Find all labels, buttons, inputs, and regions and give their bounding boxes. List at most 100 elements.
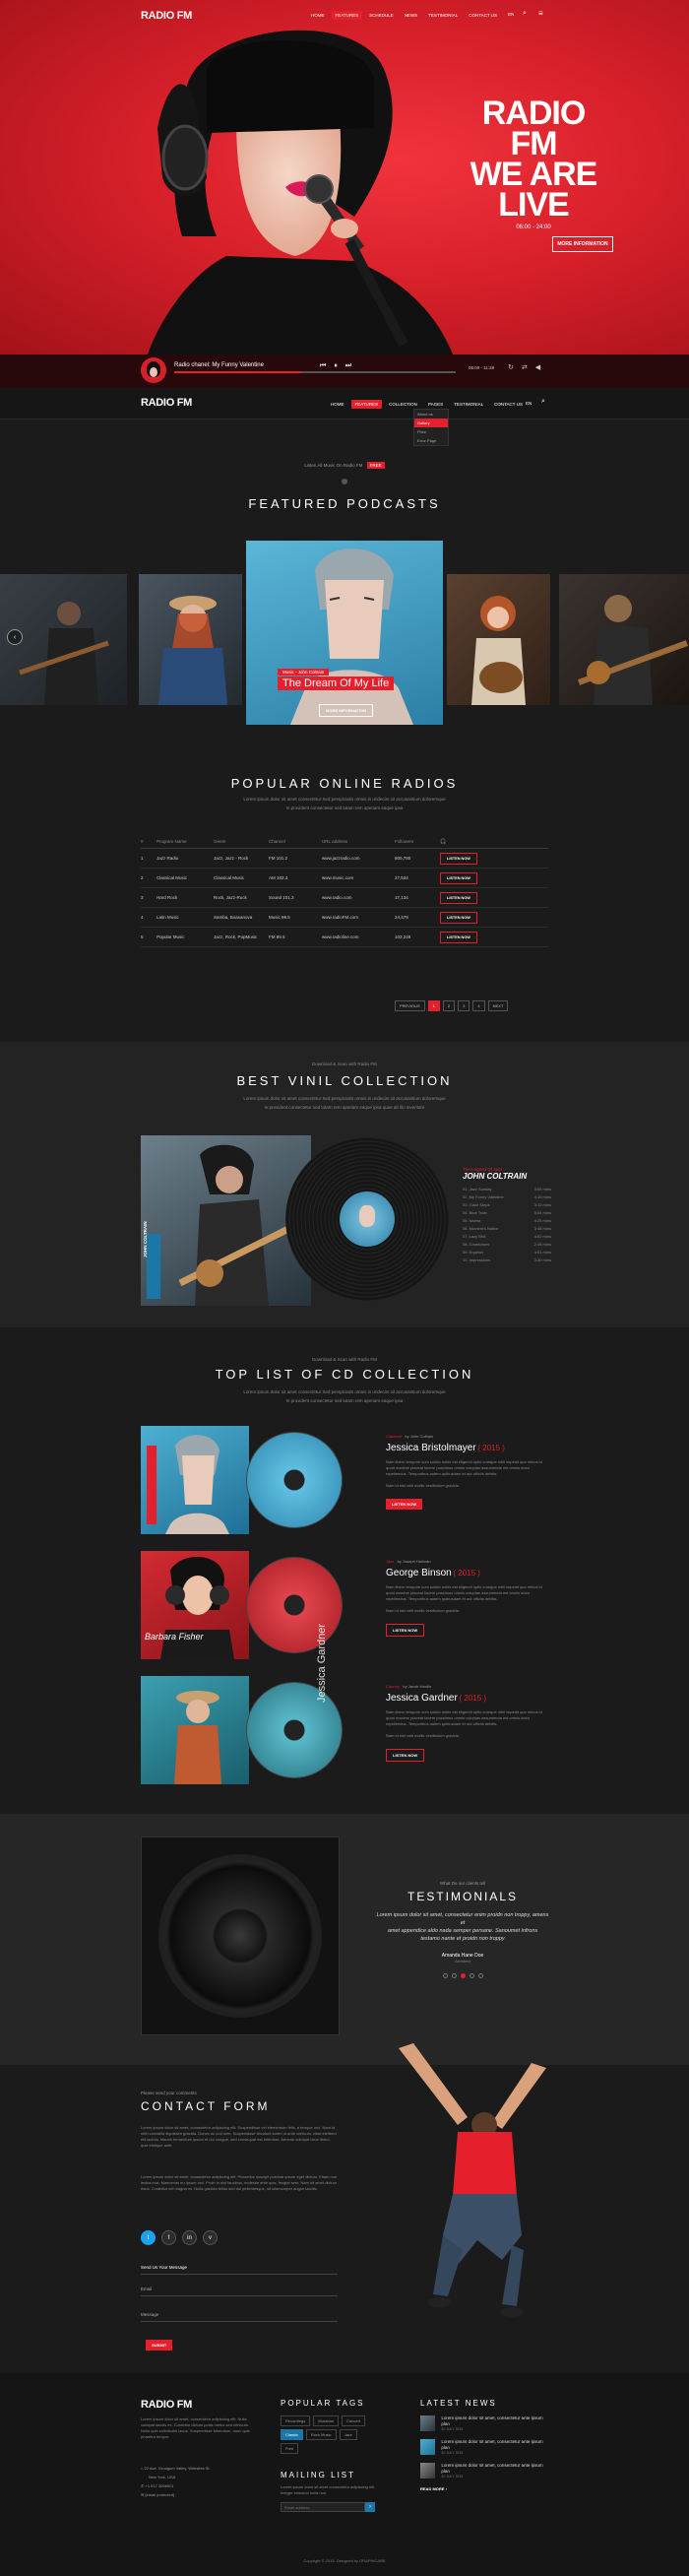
- news-item[interactable]: Lorem ipsum dolor sit amet, consectetur …: [420, 2439, 548, 2455]
- track-item[interactable]: 04. Blue Train 5:04 mins: [463, 1210, 551, 1218]
- player-progress-track[interactable]: [174, 371, 456, 373]
- tag-item[interactable]: Musician: [313, 2415, 340, 2426]
- listen-now-button[interactable]: LISTEN NOW: [440, 853, 477, 865]
- submit-button[interactable]: SUBMIT: [146, 2340, 173, 2351]
- tag-item[interactable]: Concert: [342, 2415, 366, 2426]
- tag-item[interactable]: Free: [281, 2443, 299, 2454]
- pager-page-2[interactable]: 2: [442, 1000, 456, 1011]
- pager-page-4[interactable]: 4: [472, 1000, 485, 1011]
- dropdown-item-gallery[interactable]: Gallery: [414, 419, 448, 427]
- nav-schedule[interactable]: SCHEDULE: [365, 11, 398, 20]
- search-icon[interactable]: ⌕: [523, 10, 527, 18]
- cd-tag-1[interactable]: Classical: [386, 1434, 402, 1439]
- track-item[interactable]: 09. Equinox 4:51 mins: [463, 1250, 551, 1257]
- message-field[interactable]: Message: [141, 2312, 338, 2322]
- tag-item[interactable]: Jazz: [339, 2429, 357, 2440]
- news-item[interactable]: Lorem ipsum dolor sit amet, consectetur …: [420, 2463, 548, 2479]
- listen-now-button[interactable]: LISTEN NOW: [440, 932, 477, 943]
- top-logo[interactable]: RADIO FM: [141, 10, 192, 22]
- tag-item-active[interactable]: Classic: [281, 2429, 303, 2440]
- sticky-nav-collection[interactable]: COLLECTION: [385, 400, 421, 409]
- dot-active[interactable]: [460, 1973, 466, 1978]
- dropdown-item-about[interactable]: About us: [414, 410, 448, 419]
- listen-now-button[interactable]: LISTEN NOW: [440, 892, 477, 904]
- cd-listen-button-1[interactable]: LISTEN NOW: [386, 1499, 423, 1510]
- hero-more-button[interactable]: MORE INFORMATION: [552, 236, 613, 252]
- track-item[interactable]: 08. Countdown 2:45 mins: [463, 1242, 551, 1250]
- dot[interactable]: [442, 1973, 448, 1978]
- cd-tag-2[interactable]: Jazz: [386, 1559, 394, 1564]
- vimeo-icon[interactable]: v: [203, 2230, 218, 2245]
- news-item[interactable]: Lorem ipsum dolor sit amet, consectetur …: [420, 2415, 548, 2431]
- sticky-nav-features[interactable]: FEATURES: [350, 400, 383, 409]
- nav-features[interactable]: FEATURES: [331, 11, 363, 20]
- next-icon[interactable]: ⏭: [345, 362, 359, 369]
- podcast-photo-4[interactable]: [559, 574, 689, 705]
- tag-item[interactable]: Rock Music: [305, 2429, 337, 2440]
- cd-cover-1[interactable]: [141, 1426, 249, 1534]
- pager-page-3[interactable]: 3: [458, 1000, 470, 1011]
- pause-icon[interactable]: ⏸: [334, 362, 345, 369]
- sticky-logo[interactable]: RADIO FM: [141, 397, 192, 409]
- repeat-icon[interactable]: ↻: [508, 364, 522, 371]
- menu-icon[interactable]: ≡: [538, 9, 543, 18]
- cd-cover-3[interactable]: [141, 1676, 249, 1784]
- nav-news[interactable]: NEWS: [401, 11, 422, 20]
- sticky-nav-pages[interactable]: PAGES: [424, 400, 447, 409]
- cd-listen-button-2[interactable]: LISTEN NOW: [386, 1624, 425, 1637]
- track-item[interactable]: 02. My Funny Valentine 4:10 mins: [463, 1194, 551, 1202]
- featured-more-button[interactable]: MORE INFORMATION: [319, 704, 374, 717]
- track-item[interactable]: 03. Giant Steps 3:12 mins: [463, 1202, 551, 1210]
- email-field[interactable]: Email: [141, 2286, 338, 2296]
- shuffle-icon[interactable]: ⇄: [522, 364, 535, 371]
- listen-now-button[interactable]: LISTEN NOW: [440, 912, 477, 924]
- cell-url[interactable]: www.radioline.com: [322, 934, 395, 939]
- nav-testimonial[interactable]: TESTIMONIAL: [424, 11, 462, 20]
- footer-logo[interactable]: RADIO FM: [141, 2399, 192, 2411]
- dropdown-item-error[interactable]: Error Page: [414, 436, 448, 445]
- pager-previous[interactable]: PREVIOUS: [395, 1000, 425, 1011]
- track-item[interactable]: 01. Jazz Sunday 3:55 mins: [463, 1187, 551, 1194]
- dot[interactable]: [469, 1973, 474, 1978]
- lang-switch[interactable]: EN: [508, 12, 514, 17]
- track-item[interactable]: 10. Impressions 3:30 mins: [463, 1257, 551, 1265]
- track-item[interactable]: 05. Naima 4:25 mins: [463, 1218, 551, 1226]
- dot[interactable]: [477, 1973, 483, 1978]
- dot[interactable]: [451, 1973, 457, 1978]
- cell-url[interactable]: www.radioFM.com: [322, 915, 395, 920]
- cell-url[interactable]: www.music.com: [322, 875, 395, 880]
- vinyl-record[interactable]: [285, 1137, 449, 1301]
- cd-tag-3[interactable]: Country: [386, 1684, 400, 1689]
- sticky-nav-contact[interactable]: CONTACT US: [490, 400, 527, 409]
- tag-item[interactable]: Recordings: [281, 2415, 311, 2426]
- cd-listen-button-3[interactable]: LISTEN NOW: [386, 1749, 425, 1762]
- send-arrow-icon[interactable]: ›: [365, 2502, 375, 2512]
- listen-now-button[interactable]: LISTEN NOW: [440, 872, 477, 884]
- sticky-lang[interactable]: EN: [526, 401, 532, 406]
- linkedin-icon[interactable]: in: [182, 2230, 197, 2245]
- pager-next[interactable]: NEXT: [487, 1000, 509, 1011]
- nav-home[interactable]: HOME: [307, 11, 329, 20]
- cell-url[interactable]: www.jazzradio.com: [322, 856, 395, 861]
- pager-page-1[interactable]: 1: [427, 1000, 440, 1011]
- sticky-search-icon[interactable]: ⌕: [541, 398, 545, 406]
- sticky-nav-testimonial[interactable]: TESTIMONIAL: [450, 400, 487, 409]
- podcast-photo-2[interactable]: [139, 574, 242, 705]
- prev-icon[interactable]: ⏮: [320, 362, 334, 369]
- track-item[interactable]: 06. Moment's Notice 3:48 mins: [463, 1226, 551, 1234]
- send-message-field[interactable]: Send Us Your Message: [141, 2265, 338, 2275]
- cd-cover-2[interactable]: Barbara Fisher: [141, 1551, 249, 1659]
- mailing-input[interactable]: [281, 2502, 365, 2512]
- sticky-nav-home[interactable]: HOME: [327, 400, 348, 409]
- twitter-icon[interactable]: t: [141, 2230, 156, 2245]
- footer-email[interactable]: [email protected]: [145, 2492, 174, 2497]
- nav-contact[interactable]: CONTACT US: [465, 11, 501, 20]
- podcast-featured[interactable]: Music - John Coltrain The Dream Of My Li…: [246, 541, 443, 725]
- read-more-link[interactable]: READ MORE ›: [420, 2486, 548, 2491]
- volume-icon[interactable]: ◀: [535, 364, 548, 371]
- podcast-photo-3[interactable]: [447, 574, 550, 705]
- cell-url[interactable]: www.radio.com: [322, 895, 395, 900]
- track-item[interactable]: 07. Lazy Bird 4:02 mins: [463, 1234, 551, 1242]
- facebook-icon[interactable]: f: [161, 2230, 176, 2245]
- dropdown-item-price[interactable]: Price: [414, 427, 448, 436]
